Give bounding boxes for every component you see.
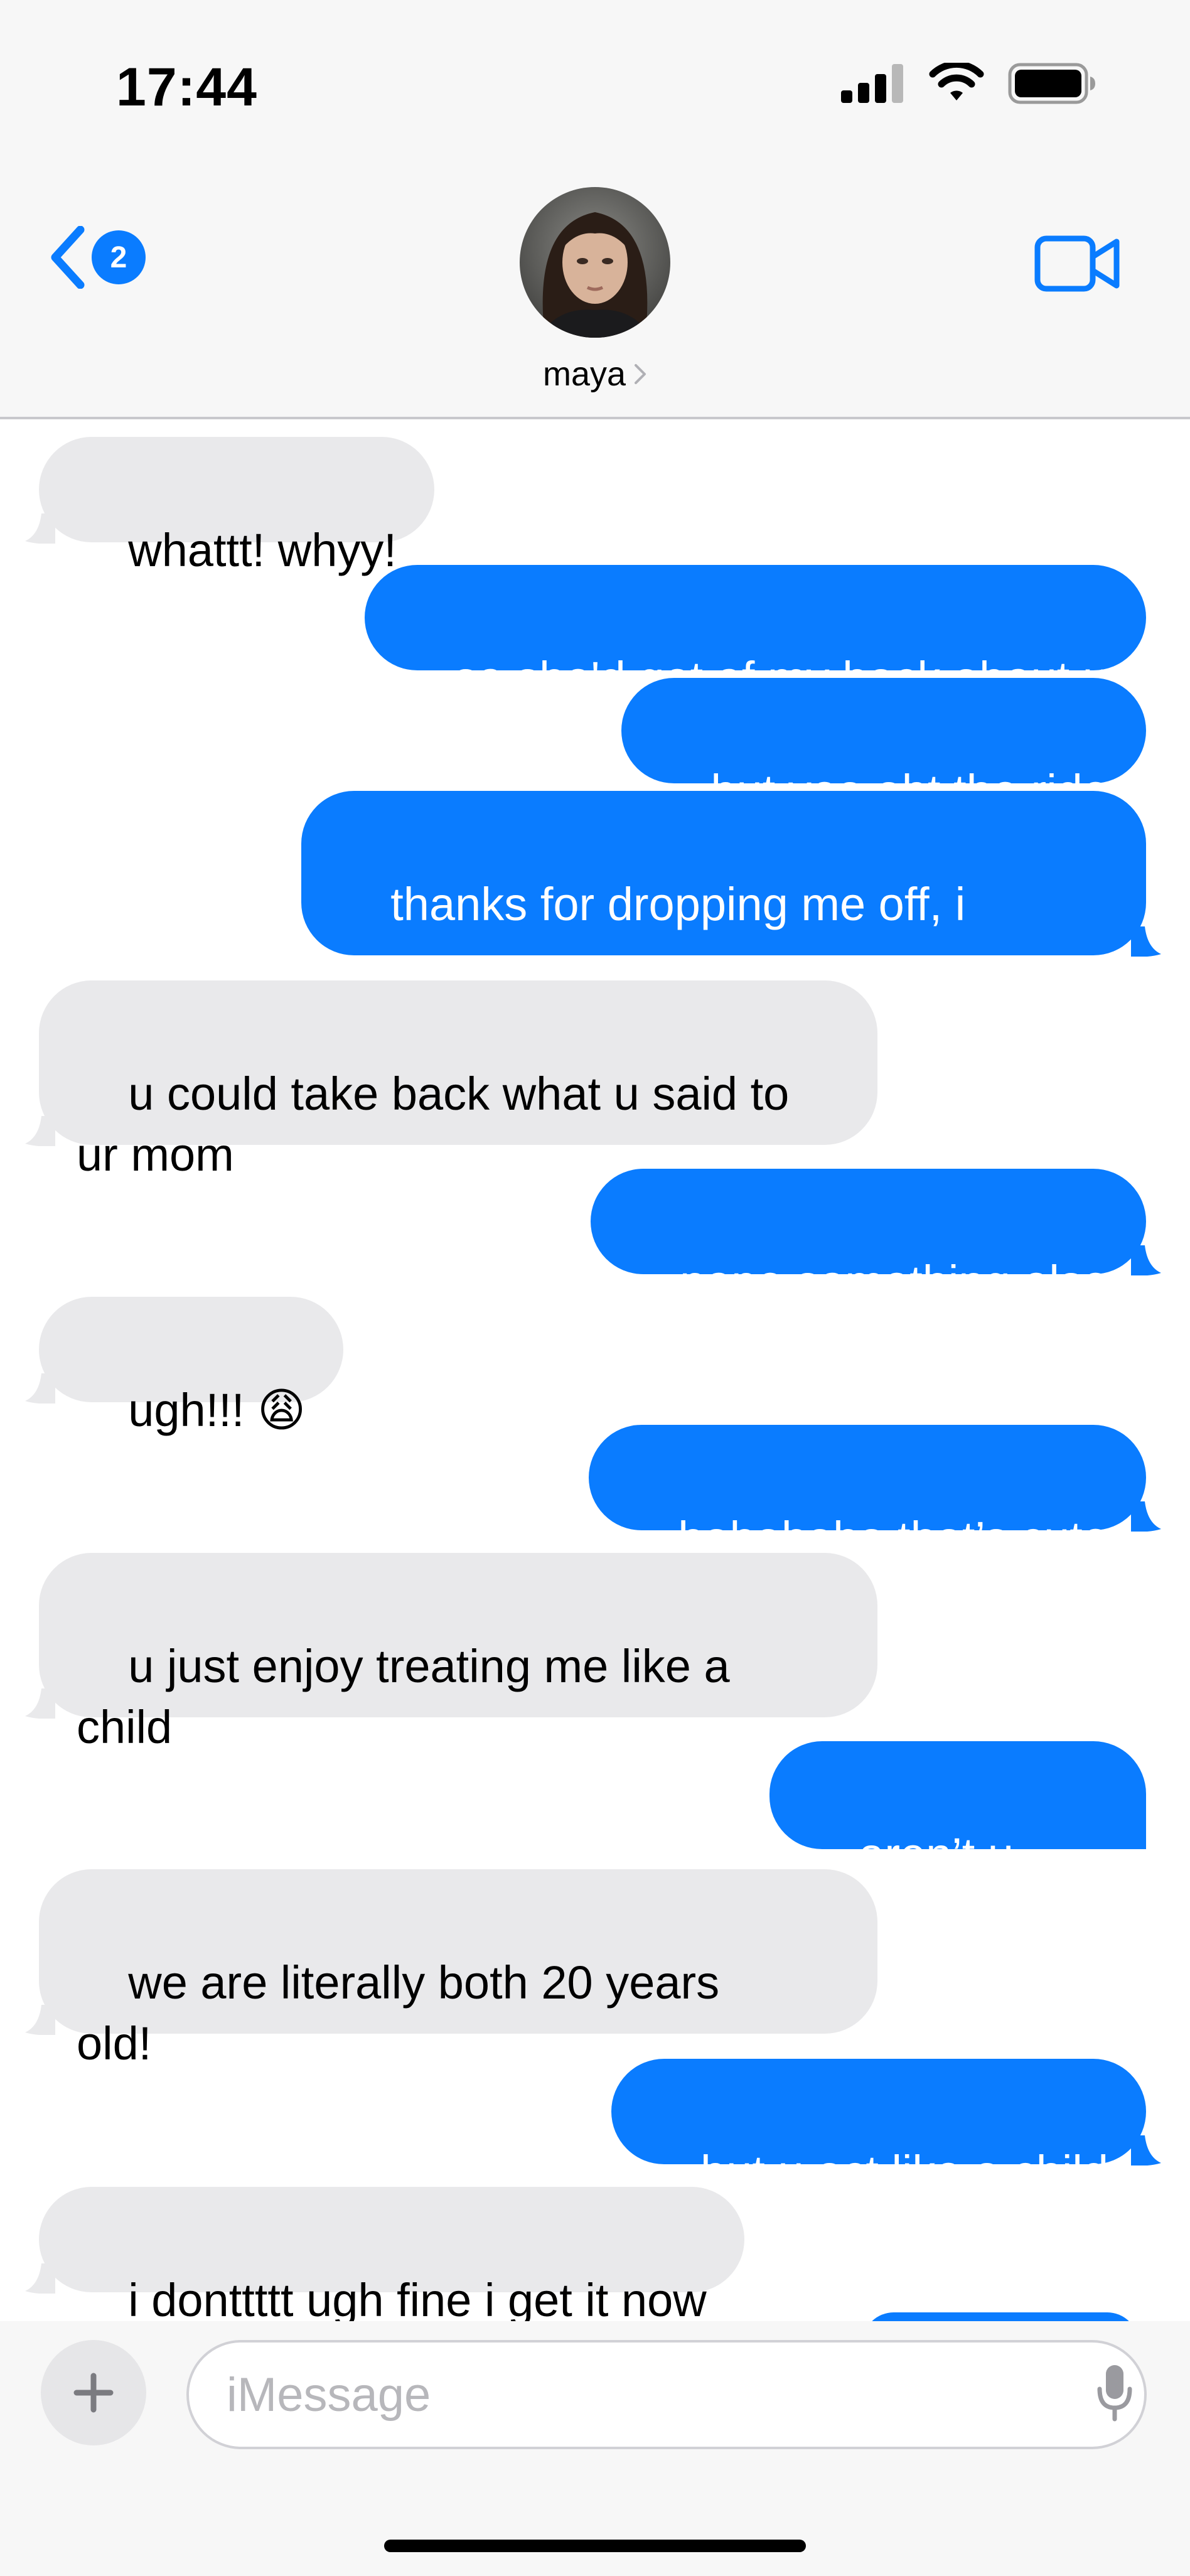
message-bubble-outgoing-partial [862,2312,1139,2321]
back-chevron-icon [51,226,85,289]
plus-icon [73,2373,114,2413]
conversation-header: 17:44 2 maya [0,0,1190,419]
avatar-photo [520,187,670,338]
status-time: 17:44 [116,57,257,117]
bubble-tail [25,2263,55,2294]
message-text: aren’t u une? [807,1828,1014,1849]
dictation-button[interactable] [1096,2363,1134,2426]
message-bubble-outgoing[interactable]: hahahaha that’s cute [588,1425,1161,1564]
contact-name: maya [542,355,626,393]
message-text: whattt! whyy! [128,524,397,576]
bubble-tail [1131,1501,1161,1532]
message-bubble-outgoing[interactable]: but yea abt the ride [621,678,1146,817]
bubble-tail [25,513,55,544]
message-text: but u act like a child [700,2146,1108,2198]
message-bubble-incoming[interactable]: u could take back what u said to ur mom [25,980,877,1181]
video-call-button[interactable] [1034,235,1121,295]
microphone-icon [1097,2365,1132,2422]
message-text: ugh!!! 😩 [128,1384,306,1436]
home-indicator[interactable] [384,2540,806,2552]
status-icons [841,63,1096,104]
bubble-tail [1131,926,1161,957]
apps-plus-button[interactable] [41,2340,146,2445]
bubble-tail [1131,1245,1161,1275]
message-text: nope something else [680,1256,1108,1308]
chevron-right-icon [635,364,646,384]
message-list[interactable]: whattt! whyy! so she'd get of my back ab… [0,419,1190,2321]
message-input[interactable]: iMessage [186,2340,1147,2449]
wifi-icon [929,63,984,100]
message-bubble-incoming[interactable]: ugh!!! 😩 [25,1297,344,1436]
bubble-tail [25,2005,55,2035]
signal-icon [841,64,903,103]
message-text: thanks for dropping me off, i owe u [339,878,966,991]
message-bubble-outgoing[interactable]: but u act like a child [611,2059,1161,2198]
message-text: we are literally both 20 years old! [77,1956,720,2069]
message-composer: iMessage [0,2321,1190,2576]
message-bubble-outgoing[interactable]: aren’t u une? [769,1741,1146,1849]
contact-name-button[interactable]: maya [0,355,1190,394]
unread-count-badge: 2 [92,230,146,284]
message-bubble-incoming[interactable]: u just enjoy treating me like a child [25,1553,877,1753]
message-text: i donttttt ugh fine i get it now [128,2274,707,2321]
message-text: u just enjoy treating me like a child [77,1640,730,1753]
message-bubble-incoming[interactable]: i donttttt ugh fine i get it now [25,2187,744,2321]
back-button[interactable]: 2 [49,226,146,289]
message-text: u could take back what u said to ur mom [77,1068,790,1181]
battery-icon [1008,63,1095,104]
contact-avatar[interactable] [520,187,670,338]
message-bubble-outgoing[interactable]: thanks for dropping me off, i owe u [301,791,1161,991]
bubble-tail [25,1688,55,1719]
message-bubble-outgoing[interactable]: nope something else [590,1169,1161,1308]
message-bubble-incoming[interactable]: whattt! whyy! [25,437,434,576]
video-camera-icon [1034,235,1120,292]
message-bubble-incoming[interactable]: we are literally both 20 years old! [25,1869,877,2069]
bubble-tail [25,1116,55,1146]
bubble-tail [1131,2135,1161,2165]
message-bubble-outgoing[interactable]: so she'd get of my back about u [365,565,1146,704]
message-input-placeholder: iMessage [227,2368,431,2422]
bubble-tail [25,1373,55,1403]
